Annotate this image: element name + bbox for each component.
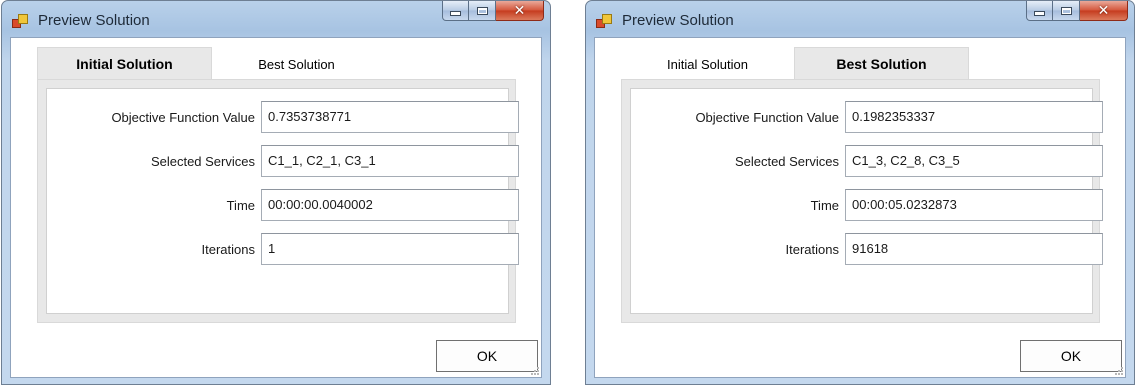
time-field[interactable]: 00:00:00.0040002	[261, 189, 519, 221]
preview-solution-window-best: Preview Solution ✕ Initial Solution Best…	[585, 0, 1135, 385]
time-label: Time	[810, 198, 839, 213]
window-controls: ✕	[442, 1, 544, 23]
iterations-label: Iterations	[201, 242, 255, 257]
time-label: Time	[226, 198, 255, 213]
minimize-button[interactable]	[442, 1, 469, 21]
resize-grip[interactable]	[529, 365, 539, 375]
iterations-row: Iterations 91618	[631, 233, 1103, 267]
time-row: Time 00:00:00.0040002	[47, 189, 519, 223]
selected-services-label: Selected Services	[150, 154, 255, 169]
iterations-label: Iterations	[785, 242, 839, 257]
solution-details: Objective Function Value 0.1982353337 Se…	[630, 88, 1103, 314]
tab-panel: Objective Function Value 0.7353738771 Se…	[37, 79, 519, 323]
objective-function-label: Objective Function Value	[111, 110, 255, 125]
close-icon: ✕	[1097, 2, 1110, 19]
title-bar[interactable]: Preview Solution ✕	[2, 1, 550, 37]
app-window-icon[interactable]	[596, 14, 612, 28]
iterations-row: Iterations 1	[47, 233, 519, 267]
objective-function-field[interactable]: 0.1982353337	[845, 101, 1103, 133]
selected-services-row: Selected Services C1_1, C2_1, C3_1	[47, 145, 519, 179]
selected-services-field[interactable]: C1_1, C2_1, C3_1	[261, 145, 519, 177]
tab-best-solution[interactable]: Best Solution	[210, 51, 383, 79]
objective-function-row: Objective Function Value 0.7353738771	[47, 101, 519, 135]
app-window-icon[interactable]	[12, 14, 28, 28]
preview-solution-window-initial: Preview Solution ✕ Initial Solution Best…	[1, 0, 551, 385]
resize-grip[interactable]	[1113, 365, 1123, 375]
time-field[interactable]: 00:00:05.0232873	[845, 189, 1103, 221]
window-client-area: Initial Solution Best Solution Objective…	[594, 37, 1126, 378]
window-controls: ✕	[1026, 1, 1128, 23]
objective-function-row: Objective Function Value 0.1982353337	[631, 101, 1103, 135]
iterations-field[interactable]: 1	[261, 233, 519, 265]
tab-initial-solution[interactable]: Initial Solution	[621, 51, 794, 79]
window-client-area: Initial Solution Best Solution Objective…	[10, 37, 542, 378]
iterations-field[interactable]: 91618	[845, 233, 1103, 265]
selected-services-row: Selected Services C1_3, C2_8, C3_5	[631, 145, 1103, 179]
objective-function-label: Objective Function Value	[695, 110, 839, 125]
selected-services-field[interactable]: C1_3, C2_8, C3_5	[845, 145, 1103, 177]
time-row: Time 00:00:05.0232873	[631, 189, 1103, 223]
tab-best-solution[interactable]: Best Solution	[794, 47, 969, 80]
ok-button[interactable]: OK	[436, 340, 538, 372]
maximize-icon	[1060, 6, 1072, 15]
close-button[interactable]: ✕	[1080, 1, 1128, 21]
tab-strip: Initial Solution Best Solution	[621, 47, 1091, 80]
objective-function-field[interactable]: 0.7353738771	[261, 101, 519, 133]
maximize-button[interactable]	[1053, 1, 1080, 21]
tab-strip: Initial Solution Best Solution	[37, 47, 507, 80]
solution-details: Objective Function Value 0.7353738771 Se…	[46, 88, 519, 314]
tab-initial-solution[interactable]: Initial Solution	[37, 47, 212, 80]
minimize-icon	[1034, 11, 1045, 16]
maximize-icon	[476, 6, 488, 15]
window-title: Preview Solution	[622, 12, 734, 29]
close-button[interactable]: ✕	[496, 1, 544, 21]
tab-panel: Objective Function Value 0.1982353337 Se…	[621, 79, 1103, 323]
minimize-icon	[450, 11, 461, 16]
close-icon: ✕	[513, 2, 526, 19]
maximize-button[interactable]	[469, 1, 496, 21]
window-title: Preview Solution	[38, 12, 150, 29]
minimize-button[interactable]	[1026, 1, 1053, 21]
title-bar[interactable]: Preview Solution ✕	[586, 1, 1134, 37]
selected-services-label: Selected Services	[734, 154, 839, 169]
ok-button[interactable]: OK	[1020, 340, 1122, 372]
